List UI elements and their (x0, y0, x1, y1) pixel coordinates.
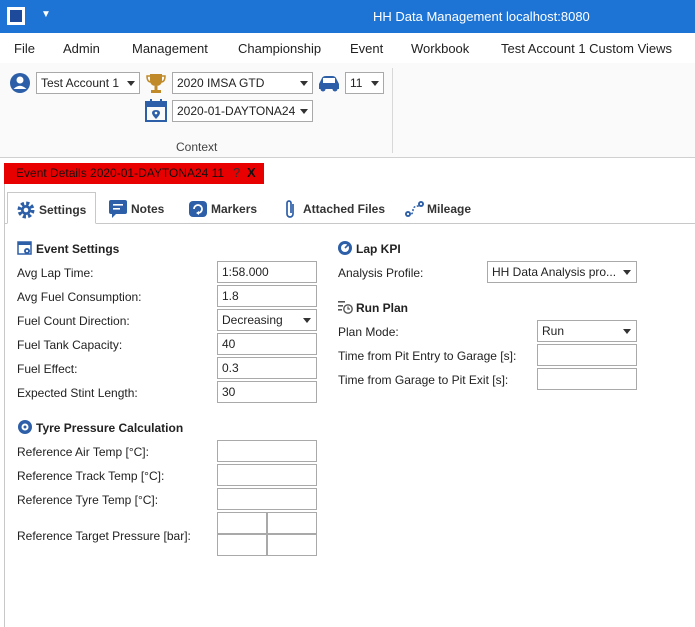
garage-exit-input[interactable] (537, 368, 637, 390)
ribbon-group-label: Context (176, 140, 218, 154)
garage-exit-label: Time from Garage to Pit Exit [s]: (338, 373, 509, 387)
chevron-down-icon (303, 318, 311, 323)
tab-notes-label: Notes (131, 202, 165, 216)
target-pressure-fl-input[interactable] (217, 512, 267, 534)
title-bar (0, 0, 695, 33)
user-icon (10, 73, 30, 93)
calendar-location-icon (145, 99, 167, 122)
ref-tyre-temp-input[interactable] (217, 488, 317, 510)
ref-tyre-temp-label: Reference Tyre Temp [°C]: (17, 493, 159, 507)
car-select[interactable]: 11 (345, 72, 384, 94)
menu-management[interactable]: Management (132, 41, 208, 56)
ref-air-temp-input[interactable] (217, 440, 317, 462)
tab-markers-label: Markers (211, 202, 258, 216)
tyre-icon (18, 420, 32, 434)
document-border (4, 184, 5, 627)
tab-settings-label: Settings (39, 203, 87, 217)
notes-icon (109, 200, 127, 218)
route-icon (405, 201, 424, 217)
target-pressure-rr-input[interactable] (267, 534, 317, 556)
analysis-profile-label: Analysis Profile: (338, 266, 424, 280)
ribbon-separator (392, 68, 393, 153)
menu-custom-views[interactable]: Test Account 1 Custom Views (501, 41, 672, 56)
chevron-down-icon (371, 81, 379, 86)
paperclip-icon (286, 200, 294, 218)
calendar-settings-icon (17, 241, 32, 255)
chevron-down-icon (300, 109, 308, 114)
tab-attached-files[interactable]: Attached Files (276, 192, 388, 224)
account-select[interactable]: Test Account 1 (36, 72, 140, 94)
tab-mileage-label: Mileage (427, 202, 472, 216)
tab-mileage[interactable]: Mileage (397, 192, 482, 224)
target-pressure-rl-input[interactable] (217, 534, 267, 556)
fuel-tank-input[interactable]: 40 (217, 333, 317, 355)
plan-mode-value: Run (542, 324, 565, 338)
tab-settings[interactable]: Settings (7, 192, 96, 224)
avg-fuel-input[interactable]: 1.8 (217, 285, 317, 307)
ref-track-temp-input[interactable] (217, 464, 317, 486)
avg-lap-time-label: Avg Lap Time: (17, 266, 94, 280)
event-select[interactable]: 2020-01-DAYTONA24 (172, 100, 313, 122)
tab-markers[interactable]: Markers (180, 192, 265, 224)
chevron-down-icon (623, 270, 631, 275)
analysis-profile-value: HH Data Analysis pro... (492, 265, 617, 279)
chevron-down-icon (300, 81, 308, 86)
pit-entry-input[interactable] (537, 344, 637, 366)
document-tab-title: Event Details 2020-01-DAYTONA24 11 (16, 166, 225, 180)
markers-icon (189, 201, 207, 217)
avg-lap-time-input[interactable]: 1:58.000 (217, 261, 317, 283)
event-select-value: 2020-01-DAYTONA24 (177, 104, 296, 118)
close-tab-button[interactable]: X (247, 165, 256, 180)
fuel-direction-label: Fuel Count Direction: (17, 314, 130, 328)
car-select-value: 11 (350, 76, 363, 90)
car-icon (319, 76, 339, 92)
trophy-icon (146, 74, 166, 93)
run-plan-icon (338, 301, 353, 314)
help-icon[interactable]: ? (233, 165, 240, 180)
lap-kpi-title: Lap KPI (356, 242, 401, 256)
window-title: HH Data Management localhost:8080 (373, 9, 590, 24)
championship-select[interactable]: 2020 IMSA GTD (172, 72, 313, 94)
fuel-direction-select[interactable]: Decreasing (217, 309, 317, 331)
fuel-direction-value: Decreasing (222, 313, 283, 327)
menu-workbook[interactable]: Workbook (411, 41, 469, 56)
avg-fuel-label: Avg Fuel Consumption: (17, 290, 142, 304)
account-select-value: Test Account 1 (41, 76, 120, 90)
tab-notes[interactable]: Notes (100, 192, 170, 224)
analysis-profile-select[interactable]: HH Data Analysis pro... (487, 261, 637, 283)
fuel-effect-label: Fuel Effect: (17, 362, 78, 376)
championship-select-value: 2020 IMSA GTD (177, 76, 265, 90)
target-pressure-fr-input[interactable] (267, 512, 317, 534)
chevron-down-icon (623, 329, 631, 334)
ref-air-temp-label: Reference Air Temp [°C]: (17, 445, 149, 459)
pit-entry-label: Time from Pit Entry to Garage [s]: (338, 349, 517, 363)
gear-icon (17, 201, 35, 219)
stint-length-input[interactable]: 30 (217, 381, 317, 403)
lap-kpi-icon (338, 241, 352, 255)
stint-length-label: Expected Stint Length: (17, 386, 138, 400)
app-icon[interactable] (7, 7, 25, 25)
menu-championship[interactable]: Championship (238, 41, 321, 56)
menu-admin[interactable]: Admin (63, 41, 100, 56)
ref-target-pressure-label: Reference Target Pressure [bar]: (17, 529, 191, 543)
event-settings-title: Event Settings (36, 242, 120, 256)
menu-event[interactable]: Event (350, 41, 383, 56)
chevron-down-icon (127, 81, 135, 86)
run-plan-title: Run Plan (356, 301, 409, 315)
fuel-tank-label: Fuel Tank Capacity: (17, 338, 123, 352)
quick-access-dropdown-icon[interactable]: ▼ (41, 9, 51, 20)
ref-track-temp-label: Reference Track Temp [°C]: (17, 469, 165, 483)
tab-attached-files-label: Attached Files (303, 202, 386, 216)
tyre-pressure-title: Tyre Pressure Calculation (36, 421, 184, 435)
menu-file[interactable]: File (14, 41, 35, 56)
plan-mode-select[interactable]: Run (537, 320, 637, 342)
fuel-effect-input[interactable]: 0.3 (217, 357, 317, 379)
plan-mode-label: Plan Mode: (338, 325, 399, 339)
